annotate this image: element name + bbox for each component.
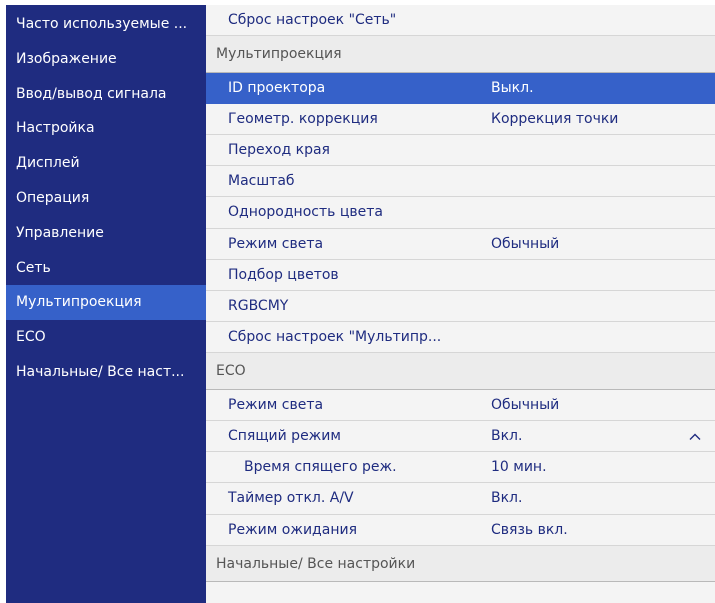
sidebar-item-eco[interactable]: ECO [6,320,206,355]
row-label: Однородность цвета [228,204,383,221]
sidebar-item-installation[interactable]: Настройка [6,111,206,146]
light-mode-row[interactable]: Режим света Обычный [206,229,715,260]
row-label: Геометр. коррекция [228,110,378,127]
sidebar-item-frequently-used[interactable]: Часто используемые ... [6,7,206,42]
color-uniformity-row[interactable]: Однородность цвета [206,197,715,229]
standby-mode-row[interactable]: Режим ожидания Связь вкл. [206,515,715,546]
rgbcmy-row[interactable]: RGBCMY [206,291,715,323]
network-reset-row[interactable]: Сброс настроек "Сеть" [206,5,715,37]
row-label: ID проектора [228,79,326,96]
row-label: Спящий режим [228,428,341,445]
sidebar-item-signal-io[interactable]: Ввод/вывод сигнала [6,77,206,112]
sidebar-item-network[interactable]: Сеть [6,251,206,286]
row-label: Сброс настроек "Мультипр... [228,329,442,346]
chevron-up-icon[interactable] [689,431,701,443]
settings-panel: Сброс настроек "Сеть" Мультипроекция ID … [206,5,715,603]
geometry-correction-row[interactable]: Геометр. коррекция Коррекция точки [206,104,715,136]
row-label: RGBCMY [228,298,289,314]
sidebar-item-display[interactable]: Дисплей [6,146,206,181]
row-label: Режим света [228,235,324,252]
row-value: Коррекция точки [491,110,619,127]
projector-menu: Часто используемые ... Изображение Ввод/… [6,5,715,603]
sidebar-item-multiprojection[interactable]: Мультипроекция [6,285,206,321]
sidebar-item-operation[interactable]: Операция [6,181,206,216]
section-header-eco: ECO [206,353,715,390]
multiprojection-reset-row[interactable]: Сброс настроек "Мультипр... [206,322,715,354]
row-value: Вкл. [491,490,523,507]
scale-row[interactable]: Масштаб [206,166,715,198]
sidebar-item-image[interactable]: Изображение [6,42,206,77]
row-value: Обычный [491,235,560,252]
row-value: Выкл. [491,79,534,96]
av-mute-timer-row[interactable]: Таймер откл. A/V Вкл. [206,483,715,515]
sleep-time-row[interactable]: Время спящего реж. 10 мин. [206,452,715,484]
row-value: Вкл. [491,428,523,445]
sidebar-menu: Часто используемые ... Изображение Ввод/… [6,5,206,603]
row-label: Переход края [228,142,330,159]
sidebar-item-management[interactable]: Управление [6,216,206,251]
row-label: Режим света [228,396,324,413]
row-label: Подбор цветов [228,266,339,283]
row-value: Обычный [491,396,560,413]
color-matching-row[interactable]: Подбор цветов [206,260,715,291]
edge-blending-row[interactable]: Переход края [206,135,715,167]
section-header-multiprojection: Мультипроекция [206,36,715,73]
section-header-initial-all-settings: Начальные/ Все настройки [206,545,715,583]
row-label: Сброс настроек "Сеть" [228,12,397,28]
sidebar-item-initial-all-settings[interactable]: Начальные/ Все наст... [6,355,206,390]
row-value: 10 мин. [491,459,547,476]
sleep-mode-row[interactable]: Спящий режим Вкл. [206,421,715,453]
row-label: Таймер откл. A/V [228,490,354,507]
row-label: Время спящего реж. [244,459,397,476]
projector-id-row[interactable]: ID проектора Выкл. [206,72,715,104]
row-label: Масштаб [228,173,295,190]
eco-light-mode-row[interactable]: Режим света Обычный [206,390,715,422]
row-label: Режим ожидания [228,521,357,538]
row-value: Связь вкл. [491,521,568,538]
